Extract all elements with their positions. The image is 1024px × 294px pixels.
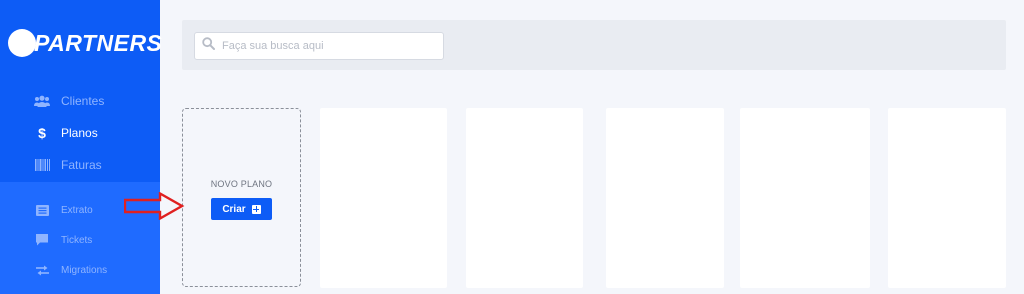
logo-circle-icon [8,29,36,57]
plus-square-icon [251,204,261,214]
svg-text:$: $ [38,126,46,140]
sidebar-item-label: Migrations [61,264,108,276]
sidebar-item-label: Faturas [61,158,102,172]
sidebar-item-migrations[interactable]: Migrations [34,263,107,277]
search-box[interactable] [194,32,444,60]
annotation-arrow-icon [124,192,185,220]
sidebar-item-label: Extrato [61,204,93,216]
create-button-label: Criar [222,203,246,215]
search-icon [202,37,215,55]
create-plan-button[interactable]: Criar [211,198,272,220]
search-input[interactable] [222,40,422,52]
top-bar [182,20,1006,70]
brand-name: PARTNERS [34,29,163,56]
sidebar-item-faturas[interactable]: Faturas [34,158,102,172]
sidebar-item-clientes[interactable]: Clientes [34,94,104,108]
plan-card[interactable] [466,108,583,288]
plan-card[interactable] [888,108,1006,288]
new-plan-card: NOVO PLANO Criar [182,108,301,287]
sidebar-item-label: Tickets [61,234,93,246]
new-plan-title: NOVO PLANO [210,179,273,189]
barcode-icon [34,158,50,172]
plan-card[interactable] [740,108,870,288]
brand-logo[interactable]: PARTNERS [8,28,162,58]
dollar-icon: $ [34,126,50,140]
sidebar-item-label: Clientes [61,94,105,108]
swap-icon [34,263,50,277]
chat-icon [34,233,50,247]
sidebar-item-label: Planos [61,126,98,140]
list-icon [34,203,50,217]
plan-card[interactable] [606,108,724,288]
users-icon [34,94,50,108]
sidebar-item-extrato[interactable]: Extrato [34,203,93,217]
sidebar-item-planos[interactable]: $ Planos [34,126,98,140]
sidebar: PARTNERS Clientes $ Planos Faturas Extra… [0,0,162,294]
plan-card[interactable] [320,108,447,288]
sidebar-item-tickets[interactable]: Tickets [34,233,92,247]
